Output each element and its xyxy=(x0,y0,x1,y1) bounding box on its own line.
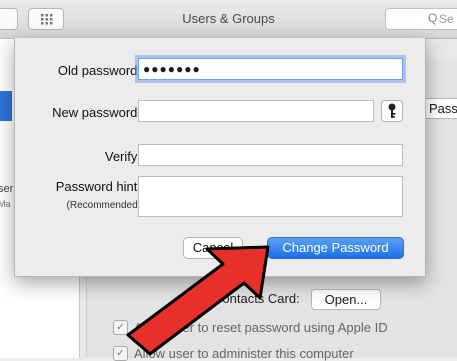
reset-password-checkbox[interactable]: ✓ xyxy=(113,320,128,335)
change-password-dialog: Old password: ●●●●●●● New password: Veri… xyxy=(14,38,426,277)
contacts-card-label: Contacts Card: xyxy=(213,291,300,306)
cancel-button[interactable]: Cancel xyxy=(183,237,243,259)
selected-user-row[interactable] xyxy=(0,91,12,121)
open-contacts-button[interactable]: Open... xyxy=(311,289,381,310)
password-assistant-button[interactable] xyxy=(381,100,403,122)
old-password-field[interactable]: ●●●●●●● xyxy=(138,58,403,80)
password-hint-field[interactable] xyxy=(138,176,403,217)
reset-password-checkbox-row[interactable]: ✓ Allow user to reset password using App… xyxy=(113,320,388,335)
administer-checkbox[interactable]: ✓ xyxy=(113,346,128,361)
administer-checkbox-row[interactable]: ✓ Allow user to administer this computer xyxy=(113,346,354,361)
user-name-partial: ser xyxy=(0,183,14,195)
search-icon: Q xyxy=(428,11,438,25)
verify-field[interactable] xyxy=(138,144,403,166)
password-hint-sublabel: (Recommended) xyxy=(66,200,141,211)
change-password-button[interactable]: Change Password xyxy=(267,237,404,259)
new-password-label: New password: xyxy=(52,105,141,120)
search-field[interactable]: Q Se xyxy=(385,8,457,30)
old-password-label: Old password: xyxy=(57,63,141,78)
new-password-field[interactable] xyxy=(138,100,374,122)
verify-label: Verify: xyxy=(104,149,141,164)
key-icon xyxy=(388,103,396,118)
user-role-partial: Ma xyxy=(0,199,11,209)
administer-label: Allow user to administer this computer xyxy=(134,346,354,361)
window-titlebar: Users & Groups Q Se xyxy=(0,0,457,39)
reset-password-label: Allow user to reset password using Apple… xyxy=(134,320,388,335)
search-placeholder: Se xyxy=(439,12,454,26)
password-hint-label: Password hint: xyxy=(55,179,141,194)
